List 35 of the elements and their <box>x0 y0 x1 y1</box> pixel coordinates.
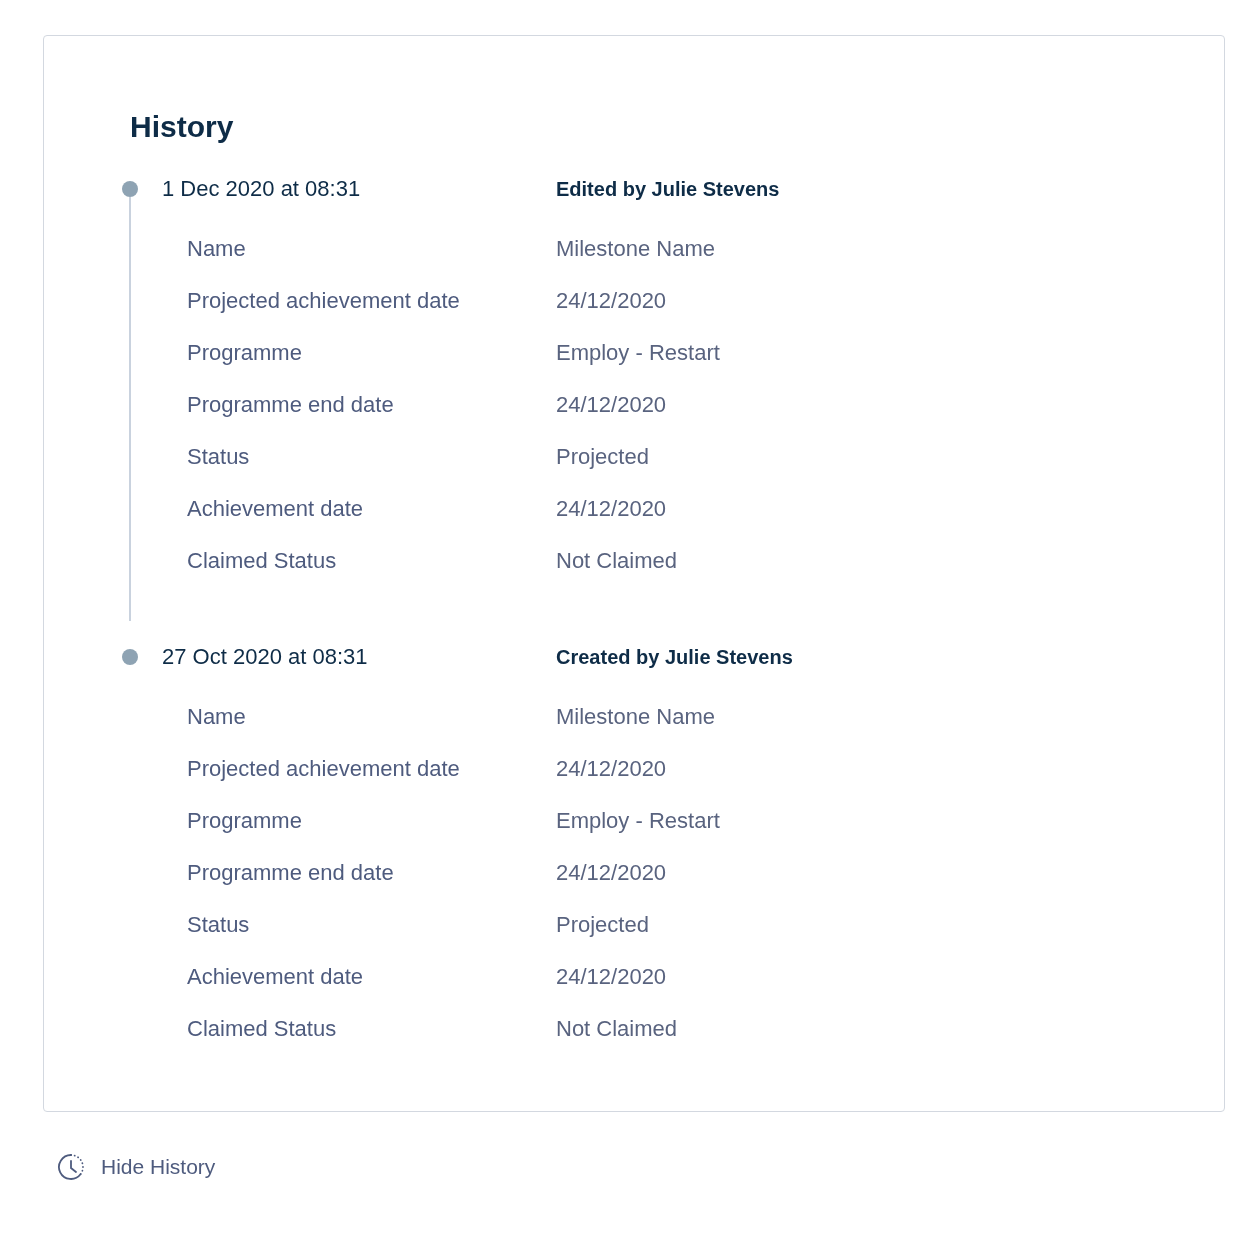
field-label: Achievement date <box>187 495 364 523</box>
section-title: History <box>130 109 234 145</box>
field-value: 24/12/2020 <box>556 495 667 523</box>
field-label: Programme <box>187 807 302 835</box>
field-label: Claimed Status <box>187 1015 337 1043</box>
entry-date: 27 Oct 2020 at 08:31 <box>162 643 368 671</box>
field-value: 24/12/2020 <box>556 963 667 991</box>
field-value: Milestone Name <box>556 703 715 731</box>
entry-author: Edited by Julie Stevens <box>556 177 780 202</box>
field-label: Name <box>187 703 246 731</box>
field-label: Projected achievement date <box>187 287 460 315</box>
entry-author: Created by Julie Stevens <box>556 645 793 670</box>
field-value: 24/12/2020 <box>556 859 667 887</box>
field-value: 24/12/2020 <box>556 287 667 315</box>
field-value: Projected <box>556 443 649 471</box>
field-label: Programme end date <box>187 859 394 887</box>
field-label: Status <box>187 443 250 471</box>
field-value: Not Claimed <box>556 1015 678 1043</box>
field-label: Projected achievement date <box>187 755 460 783</box>
field-value: 24/12/2020 <box>556 391 667 419</box>
field-label: Programme <box>187 339 302 367</box>
entry-date: 1 Dec 2020 at 08:31 <box>162 175 361 203</box>
field-value: Milestone Name <box>556 235 715 263</box>
field-value: Employ - Restart <box>556 339 720 367</box>
field-value: 24/12/2020 <box>556 755 667 783</box>
field-label: Name <box>187 235 246 263</box>
field-label: Programme end date <box>187 391 394 419</box>
field-label: Achievement date <box>187 963 364 991</box>
field-label: Claimed Status <box>187 547 337 575</box>
field-value: Employ - Restart <box>556 807 720 835</box>
hide-history-button[interactable]: Hide History <box>57 1152 216 1182</box>
field-value: Not Claimed <box>556 547 678 575</box>
field-value: Projected <box>556 911 649 939</box>
clock-icon <box>57 1153 85 1181</box>
field-label: Status <box>187 911 250 939</box>
